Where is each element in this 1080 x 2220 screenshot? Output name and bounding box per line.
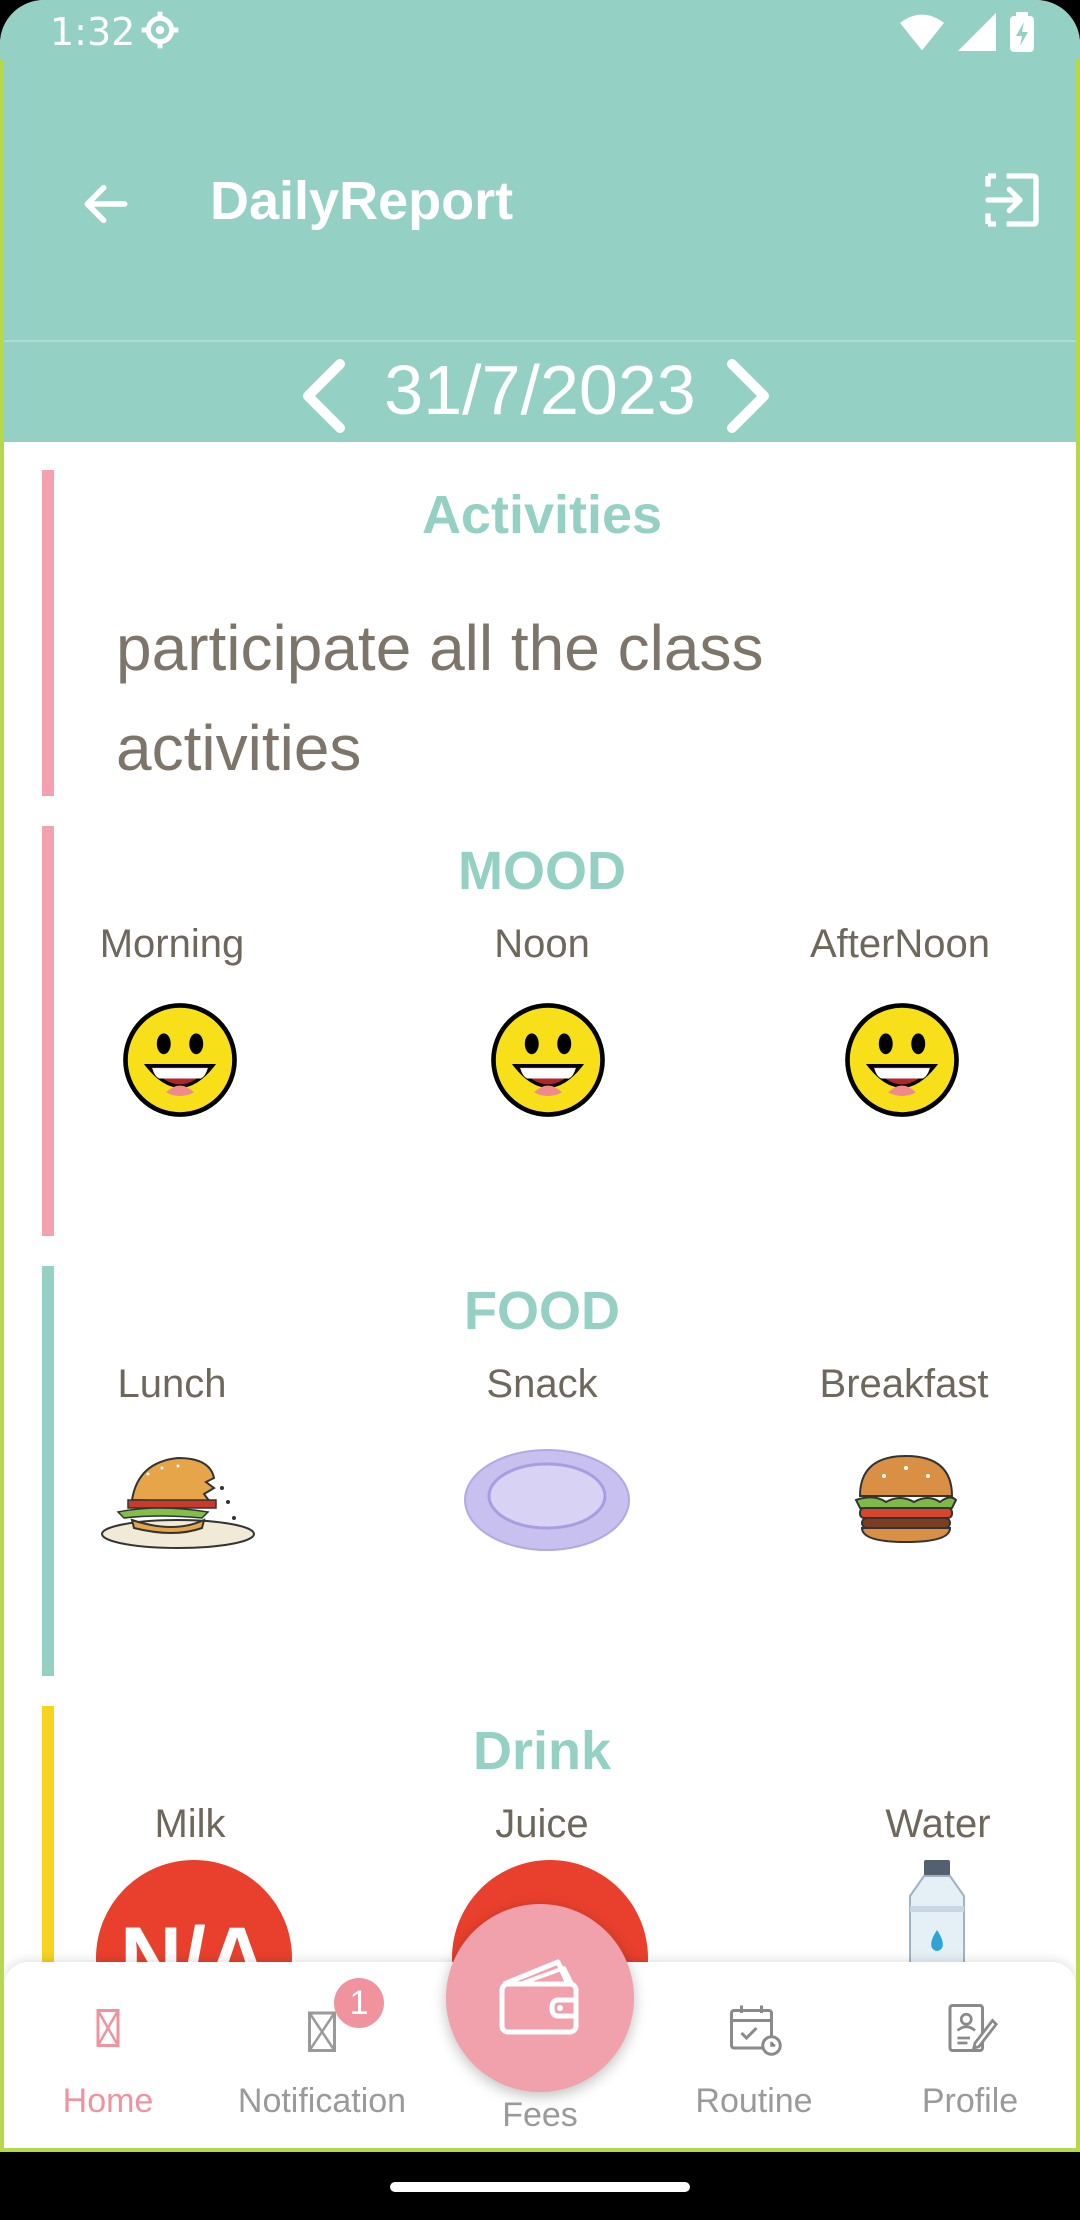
fees-fab-button[interactable] (446, 1904, 634, 2092)
battery-icon (1010, 12, 1034, 52)
half-eaten-burger-icon (98, 1448, 258, 1558)
back-arrow-icon[interactable] (78, 176, 134, 232)
burger-icon (854, 1450, 958, 1550)
status-bar: 1:32 (0, 0, 1080, 66)
signal-icon (958, 13, 996, 51)
app-bar: DailyReport (0, 66, 1080, 342)
mood-heading: MOOD (458, 841, 626, 901)
system-nav-bar (0, 2152, 1080, 2220)
page-title: DailyReport (210, 171, 514, 231)
nav-routine-label: Routine (695, 2082, 813, 2120)
food-label-breakfast: Breakfast (819, 1362, 989, 1406)
mood-label-morning: Morning (99, 922, 245, 966)
wifi-icon (900, 14, 944, 51)
grinning-face-icon (490, 1002, 606, 1122)
grinning-face-icon (844, 1002, 960, 1122)
food-heading: FOOD (464, 1281, 620, 1341)
status-time: 1:32 (50, 10, 136, 54)
mood-card: MOOD Morning Noon AfterNoon (42, 826, 1042, 1236)
water-bottle-icon (902, 1860, 972, 1974)
screen: 1:32 DailyReport 31/7/2023 Activities pa… (0, 0, 1080, 2220)
activities-card: Activities participate all the class act… (42, 470, 1042, 796)
profile-document-icon (940, 1998, 1000, 2058)
nav-home-label: Home (62, 2082, 154, 2120)
food-label-lunch: Lunch (117, 1362, 227, 1406)
nav-profile[interactable]: Profile (870, 1962, 1070, 2150)
nav-notification-label: Notification (237, 2082, 407, 2120)
mood-label-afternoon: AfterNoon (809, 922, 991, 966)
nav-fees-label: Fees (502, 2096, 578, 2134)
drink-label-juice: Juice (495, 1802, 589, 1846)
drink-label-water: Water (885, 1802, 991, 1846)
nav-profile-label: Profile (921, 2082, 1019, 2120)
food-label-snack: Snack (486, 1362, 598, 1406)
drink-heading: Drink (472, 1721, 612, 1781)
settings-gear-icon (140, 10, 180, 54)
nav-home[interactable]: Home (8, 1962, 208, 2150)
activities-text: participate all the class activities (116, 612, 764, 784)
empty-plate-icon (462, 1446, 632, 1558)
wallet-icon (499, 1959, 579, 2035)
logout-icon[interactable] (980, 168, 1044, 232)
next-date-button[interactable] (720, 356, 780, 440)
home-gesture-pill[interactable] (390, 2182, 690, 2192)
notification-badge: 1 (334, 1978, 384, 2028)
mood-label-noon: Noon (494, 922, 590, 966)
nav-routine[interactable]: Routine (654, 1962, 854, 2150)
date-navigator: 31/7/2023 (0, 342, 1080, 442)
activities-heading: Activities (421, 485, 663, 545)
drink-label-milk: Milk (154, 1802, 226, 1846)
system-icons (900, 12, 1034, 52)
calendar-icon (724, 1998, 784, 2058)
grinning-face-icon (122, 1002, 238, 1122)
food-card: FOOD Lunch Snack Breakfast (42, 1266, 1042, 1676)
home-icon (78, 1998, 138, 2058)
selected-date[interactable]: 31/7/2023 (0, 350, 1080, 430)
nav-notification[interactable]: 1 Notification (222, 1962, 422, 2150)
